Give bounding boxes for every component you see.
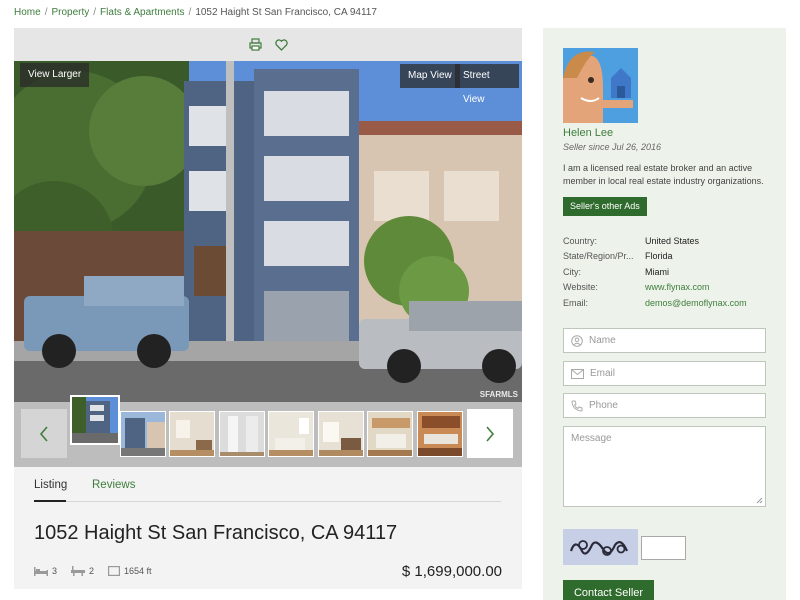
user-icon: [571, 334, 583, 347]
area-fact: 1654 ft: [108, 566, 152, 576]
seller-info: Country: United States State/Region/Pr..…: [563, 233, 747, 311]
thumbnail-photo[interactable]: [268, 411, 314, 457]
thumbnail-strip: [14, 395, 522, 467]
tab-listing[interactable]: Listing: [34, 479, 67, 491]
breadcrumb-separator: /: [188, 7, 192, 18]
bathrooms-count: 2: [89, 566, 95, 576]
info-row-website: Website: www.flynax.com: [563, 280, 747, 296]
thumbnail-photo[interactable]: [318, 411, 364, 457]
info-label: Country:: [563, 235, 598, 246]
captcha-glyphs: [563, 529, 638, 565]
chevron-left-icon: [39, 425, 48, 442]
thumbnail-photo[interactable]: [169, 411, 215, 457]
chevron-right-icon: [486, 425, 495, 442]
captcha-image: [563, 529, 638, 565]
thumbnail-photo[interactable]: [70, 395, 120, 445]
info-value: Florida: [645, 251, 673, 262]
info-row-city: City: Miami: [563, 264, 747, 280]
name-field[interactable]: [563, 328, 766, 353]
breadcrumb: Home / Property / Flats & Apartments/1052 Ha…: [14, 7, 377, 18]
bathrooms-fact: 2: [71, 566, 94, 576]
breadcrumb-current: 1052 Haight St San Francisco, CA 94117: [195, 7, 377, 18]
message-textarea[interactable]: [571, 433, 758, 500]
info-label: State/Region/Pr...: [563, 251, 634, 262]
active-tab-indicator: [34, 500, 66, 502]
message-field[interactable]: [563, 426, 766, 507]
street-view-button[interactable]: Street View: [455, 64, 519, 105]
listing-main: View Larger Map View Street View SFARMLS: [14, 28, 522, 589]
listing-toolbar: [14, 28, 522, 61]
avatar-image: [563, 48, 638, 123]
area-icon: [108, 566, 121, 576]
view-larger-button[interactable]: View Larger: [20, 63, 90, 87]
main-listing-photo[interactable]: View Larger Map View Street View SFARMLS: [14, 61, 522, 402]
info-row-country: Country: United States: [563, 233, 747, 249]
tab-reviews[interactable]: Reviews: [92, 479, 135, 491]
info-value: Miami: [645, 266, 669, 277]
email-input[interactable]: [590, 368, 750, 379]
info-label: Website:: [563, 282, 598, 293]
listing-facts: 3 2 1654 ft: [34, 566, 166, 576]
street-house-illustration: [14, 61, 522, 402]
tabs-divider: [34, 501, 501, 502]
seller-since: Seller since Jul 26, 2016: [563, 142, 662, 152]
seller-bio: I am a licensed real estate broker and a…: [563, 163, 764, 186]
thumbnail-photo[interactable]: [367, 411, 413, 457]
name-input[interactable]: [589, 335, 749, 346]
info-label: City:: [563, 266, 581, 277]
area-value: 1654 ft: [124, 566, 152, 576]
print-icon[interactable]: [248, 38, 262, 52]
listing-price: $ 1,699,000.00: [401, 563, 502, 580]
captcha-input[interactable]: [641, 536, 686, 560]
email-link[interactable]: demos@demoflynax.com: [645, 298, 747, 308]
info-row-email: Email: demos@demoflynax.com: [563, 295, 747, 311]
sellers-other-ads-button[interactable]: Seller's other Ads: [563, 197, 647, 216]
info-value: United States: [645, 235, 700, 246]
phone-icon: [571, 400, 583, 412]
seller-name[interactable]: Helen Lee: [563, 127, 613, 139]
breadcrumb-property-link[interactable]: Property: [51, 7, 89, 18]
thumbnail-photo[interactable]: [120, 411, 166, 457]
bed-icon: [34, 566, 48, 576]
next-photo-button[interactable]: [467, 409, 513, 458]
breadcrumb-home-link[interactable]: Home: [14, 7, 41, 18]
listing-title: 1052 Haight St San Francisco, CA 94117: [34, 522, 398, 544]
contact-seller-button[interactable]: Contact Seller: [563, 580, 654, 600]
info-label: Email:: [563, 297, 589, 308]
thumbnail-photo[interactable]: [417, 411, 463, 457]
previous-photo-button[interactable]: [21, 409, 67, 458]
photo-watermark: SFARMLS: [479, 390, 518, 399]
favorite-heart-icon[interactable]: [274, 38, 288, 52]
bathtub-icon: [71, 566, 86, 576]
info-row-state: State/Region/Pr... Florida: [563, 249, 747, 265]
breadcrumb-category-link[interactable]: Flats & Apartments: [100, 7, 184, 18]
email-field[interactable]: [563, 361, 766, 386]
thumbnail-photo[interactable]: [219, 411, 265, 457]
bedrooms-count: 3: [52, 566, 58, 576]
website-link[interactable]: www.flynax.com: [645, 282, 710, 292]
phone-input[interactable]: [589, 400, 749, 411]
breadcrumb-separator: /: [93, 7, 97, 18]
envelope-icon: [571, 368, 584, 379]
bedrooms-fact: 3: [34, 566, 57, 576]
seller-sidebar: Helen Lee Seller since Jul 26, 2016 I am…: [543, 28, 786, 600]
map-view-button[interactable]: Map View: [400, 64, 460, 88]
seller-avatar[interactable]: [563, 48, 638, 123]
breadcrumb-separator: /: [44, 7, 48, 18]
resize-grip-icon[interactable]: [756, 497, 763, 504]
phone-field[interactable]: [563, 393, 766, 418]
listing-details: Listing Reviews 1052 Haight St San Franc…: [14, 467, 522, 589]
